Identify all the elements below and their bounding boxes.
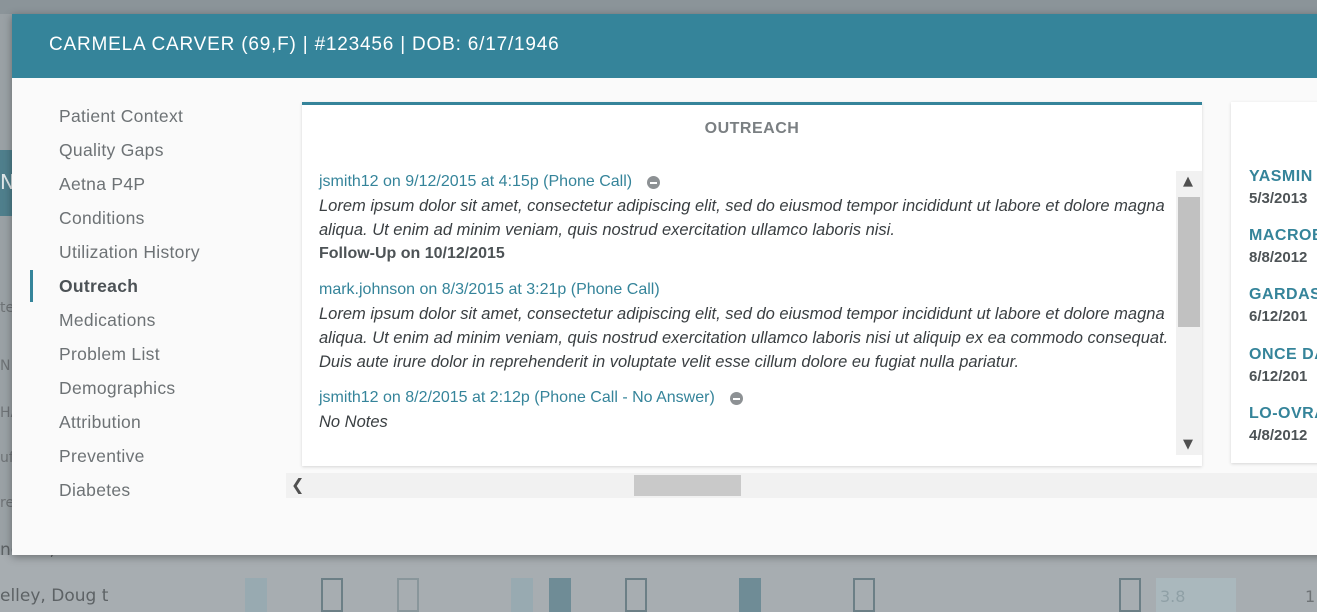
remove-icon[interactable]	[729, 391, 743, 405]
background-cell	[739, 578, 761, 612]
medication-name[interactable]: LO-OVRA	[1249, 405, 1317, 423]
modal-header: CARMELA CARVER (69,F) | #123456 | DOB: 6…	[12, 14, 1317, 78]
medications-panel: YASMIN 2 5/3/2013 MACROB 8/8/2012 GARDAS…	[1231, 102, 1317, 463]
outreach-entry-followup: Follow-Up on 10/12/2015	[319, 245, 505, 262]
chevron-up-icon[interactable]: ▲	[1183, 174, 1193, 189]
outreach-entry: jsmith12 on 9/12/2015 at 4:15p (Phone Ca…	[319, 170, 1169, 266]
medication-item: YASMIN 2 5/3/2013	[1249, 168, 1317, 207]
medication-item: LO-OVRA 4/8/2012	[1249, 405, 1317, 444]
background-topbar	[0, 0, 1317, 14]
outreach-panel: OUTREACH jsmith12 on 9/12/2015 at 4:15p …	[302, 102, 1202, 466]
outreach-entry: mark.johnson on 8/3/2015 at 3:21p (Phone…	[319, 278, 1169, 374]
panel-title: OUTREACH	[704, 120, 800, 137]
nav-item-medications[interactable]: Medications	[30, 308, 260, 342]
outreach-entry-header: jsmith12 on 9/12/2015 at 4:15p (Phone Ca…	[319, 170, 1169, 194]
scrollbar-thumb[interactable]	[1178, 197, 1200, 327]
outreach-entry-notes: Lorem ipsum dolor sit amet, consectetur …	[319, 197, 1165, 239]
outreach-entry-link[interactable]: jsmith12 on 9/12/2015 at 4:15p (Phone Ca…	[319, 170, 632, 194]
medication-name[interactable]: ONCE DA	[1249, 346, 1317, 364]
medication-date: 4/8/2012	[1249, 427, 1308, 444]
outreach-entry: jsmith12 on 8/2/2015 at 2:12p (Phone Cal…	[319, 386, 1169, 434]
nav-item-diabetes[interactable]: Diabetes	[30, 478, 260, 512]
medication-item: ONCE DA 6/12/201	[1249, 346, 1317, 385]
medication-name[interactable]: GARDASI	[1249, 286, 1317, 304]
scrollbar-thumb[interactable]	[634, 475, 741, 496]
medication-item: GARDASI 6/12/201	[1249, 286, 1317, 325]
medication-date: 5/3/2013	[1249, 190, 1308, 207]
nav-item-quality-gaps[interactable]: Quality Gaps	[30, 138, 260, 172]
background-cell	[511, 578, 533, 612]
chevron-down-icon[interactable]: ▼	[1183, 437, 1193, 452]
section-nav: Patient Context Quality Gaps Aetna P4P C…	[30, 104, 260, 512]
background-cell	[1119, 578, 1141, 612]
background-cell	[245, 578, 267, 612]
medication-date: 8/8/2012	[1249, 249, 1308, 266]
outreach-list: jsmith12 on 9/12/2015 at 4:15p (Phone Ca…	[319, 170, 1169, 446]
nav-item-aetna-p4p[interactable]: Aetna P4P	[30, 172, 260, 206]
remove-icon[interactable]	[647, 175, 661, 189]
horizontal-scrollbar[interactable]: ❮	[286, 473, 1317, 498]
background-value: 3.8	[1160, 587, 1186, 606]
nav-item-utilization-history[interactable]: Utilization History	[30, 240, 260, 274]
medication-date: 6/12/201	[1249, 308, 1308, 325]
nav-item-problem-list[interactable]: Problem List	[30, 342, 260, 376]
background-count: 1	[1305, 587, 1316, 606]
nav-item-preventive[interactable]: Preventive	[30, 444, 260, 478]
medication-name[interactable]: YASMIN 2	[1249, 168, 1317, 186]
chevron-left-icon[interactable]: ❮	[291, 475, 304, 494]
patient-title: CARMELA CARVER (69,F) | #123456 | DOB: 6…	[49, 34, 560, 55]
outreach-entry-header: jsmith12 on 8/2/2015 at 2:12p (Phone Cal…	[319, 386, 1169, 410]
outreach-entry-notes: Lorem ipsum dolor sit amet, consectetur …	[319, 305, 1169, 371]
background-row-name: elley, Doug t	[0, 586, 109, 606]
nav-item-demographics[interactable]: Demographics	[30, 376, 260, 410]
nav-item-outreach[interactable]: Outreach	[30, 270, 260, 308]
medication-item: MACROB 8/8/2012	[1249, 227, 1317, 266]
nav-item-attribution[interactable]: Attribution	[30, 410, 260, 444]
medication-name[interactable]: MACROB	[1249, 227, 1317, 245]
medication-date: 6/12/201	[1249, 368, 1308, 385]
outreach-entry-link[interactable]: jsmith12 on 8/2/2015 at 2:12p (Phone Cal…	[319, 386, 715, 410]
nav-item-patient-context[interactable]: Patient Context	[30, 104, 260, 138]
outreach-entry-header: mark.johnson on 8/3/2015 at 3:21p (Phone…	[319, 278, 1169, 302]
background-cell	[397, 578, 419, 612]
outreach-entry-notes: No Notes	[319, 413, 388, 431]
patient-modal: CARMELA CARVER (69,F) | #123456 | DOB: 6…	[12, 14, 1317, 555]
background-cell	[549, 578, 571, 612]
outreach-entry-link[interactable]: mark.johnson on 8/3/2015 at 3:21p (Phone…	[319, 278, 660, 302]
background-text: N	[0, 358, 11, 374]
vertical-scrollbar[interactable]: ▲ ▼	[1176, 171, 1202, 455]
background-cell	[321, 578, 343, 612]
background-cell	[853, 578, 875, 612]
background-cell	[625, 578, 647, 612]
nav-item-conditions[interactable]: Conditions	[30, 206, 260, 240]
